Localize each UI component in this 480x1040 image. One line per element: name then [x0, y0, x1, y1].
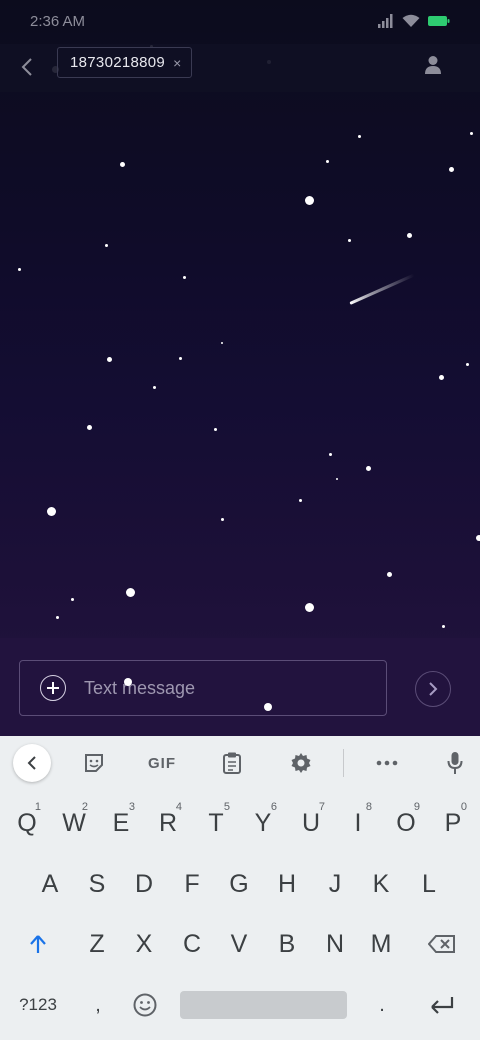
keyboard: GIF Q 1 W 2 E 3 R 4 T 5 Y 6 U 7 I 8 O 9 …: [0, 736, 480, 1040]
remove-recipient-icon[interactable]: ×: [173, 56, 181, 70]
gif-button[interactable]: GIF: [143, 748, 181, 778]
status-bar: 2:36 AM: [0, 0, 480, 44]
symbols-key[interactable]: ?123: [10, 987, 66, 1023]
keyboard-toolbar: GIF: [0, 736, 480, 790]
key-i[interactable]: I8: [334, 801, 382, 841]
key-b[interactable]: B: [263, 926, 311, 962]
backspace-icon: [428, 935, 455, 953]
comma-key[interactable]: ,: [80, 987, 116, 1023]
enter-key[interactable]: [420, 987, 464, 1023]
key-e[interactable]: E3: [97, 801, 145, 841]
period-key[interactable]: .: [364, 987, 400, 1023]
status-icons: [378, 14, 450, 28]
space-key[interactable]: [180, 991, 347, 1019]
sticker-button[interactable]: [79, 748, 109, 778]
message-box: [19, 660, 387, 716]
emoji-icon: [133, 993, 157, 1017]
gear-icon: [291, 753, 311, 773]
key-k[interactable]: K: [357, 866, 405, 902]
voice-input-button[interactable]: [440, 748, 470, 778]
back-button[interactable]: [12, 50, 42, 84]
collapse-toolbar-button[interactable]: [13, 744, 51, 782]
key-a[interactable]: A: [26, 866, 74, 902]
send-button[interactable]: [415, 671, 451, 707]
messaging-screen: 2:36 AM 18730218809 × Text message GIF Q…: [0, 0, 480, 1040]
shift-arrow-icon: [30, 935, 46, 953]
chevron-right-icon: [429, 682, 438, 696]
enter-arrow-icon: [431, 997, 454, 1014]
key-l[interactable]: L: [405, 866, 453, 902]
attach-button[interactable]: [40, 675, 66, 701]
key-y[interactable]: Y6: [239, 801, 287, 841]
clipboard-icon: [223, 752, 241, 774]
key-r[interactable]: R4: [144, 801, 192, 841]
key-u[interactable]: U7: [287, 801, 335, 841]
shift-key[interactable]: [14, 926, 62, 962]
key-s[interactable]: S: [73, 866, 121, 902]
settings-button[interactable]: [286, 748, 316, 778]
recipient-chip[interactable]: 18730218809 ×: [57, 47, 193, 78]
shooting-star: [349, 273, 415, 305]
conversation-header: 18730218809 ×: [0, 44, 480, 92]
key-t[interactable]: T5: [192, 801, 240, 841]
contact-button[interactable]: [418, 50, 448, 80]
status-time: 2:36 AM: [30, 13, 86, 30]
sticker-icon: [85, 754, 103, 772]
chevron-left-icon: [27, 756, 36, 770]
recipient-number: 18730218809: [70, 54, 166, 71]
starry-background: [0, 0, 480, 736]
key-x[interactable]: X: [120, 926, 168, 962]
person-icon: [425, 56, 441, 74]
toolbar-divider: [343, 749, 344, 777]
more-horizontal-icon: [376, 760, 398, 766]
key-w[interactable]: W2: [50, 801, 98, 841]
gif-label: GIF: [148, 754, 176, 772]
key-z[interactable]: Z: [73, 926, 121, 962]
key-f[interactable]: F: [168, 866, 216, 902]
key-d[interactable]: D: [120, 866, 168, 902]
signal-icon: [378, 14, 393, 28]
backspace-key[interactable]: [417, 926, 467, 962]
back-arrow-icon: [21, 58, 32, 76]
key-n[interactable]: N: [311, 926, 359, 962]
plus-icon: [47, 682, 59, 694]
key-o[interactable]: O9: [382, 801, 430, 841]
key-h[interactable]: H: [263, 866, 311, 902]
key-m[interactable]: M: [357, 926, 405, 962]
wifi-icon: [402, 14, 420, 27]
clipboard-button[interactable]: [217, 748, 247, 778]
more-options-button[interactable]: [372, 748, 402, 778]
microphone-icon: [447, 752, 463, 774]
key-g[interactable]: G: [215, 866, 263, 902]
key-q[interactable]: Q1: [3, 801, 51, 841]
key-p[interactable]: P0: [429, 801, 477, 841]
composer-area: [0, 638, 480, 736]
battery-icon: [428, 16, 450, 26]
key-v[interactable]: V: [215, 926, 263, 962]
key-c[interactable]: C: [168, 926, 216, 962]
emoji-key[interactable]: [126, 987, 164, 1023]
key-j[interactable]: J: [311, 866, 359, 902]
